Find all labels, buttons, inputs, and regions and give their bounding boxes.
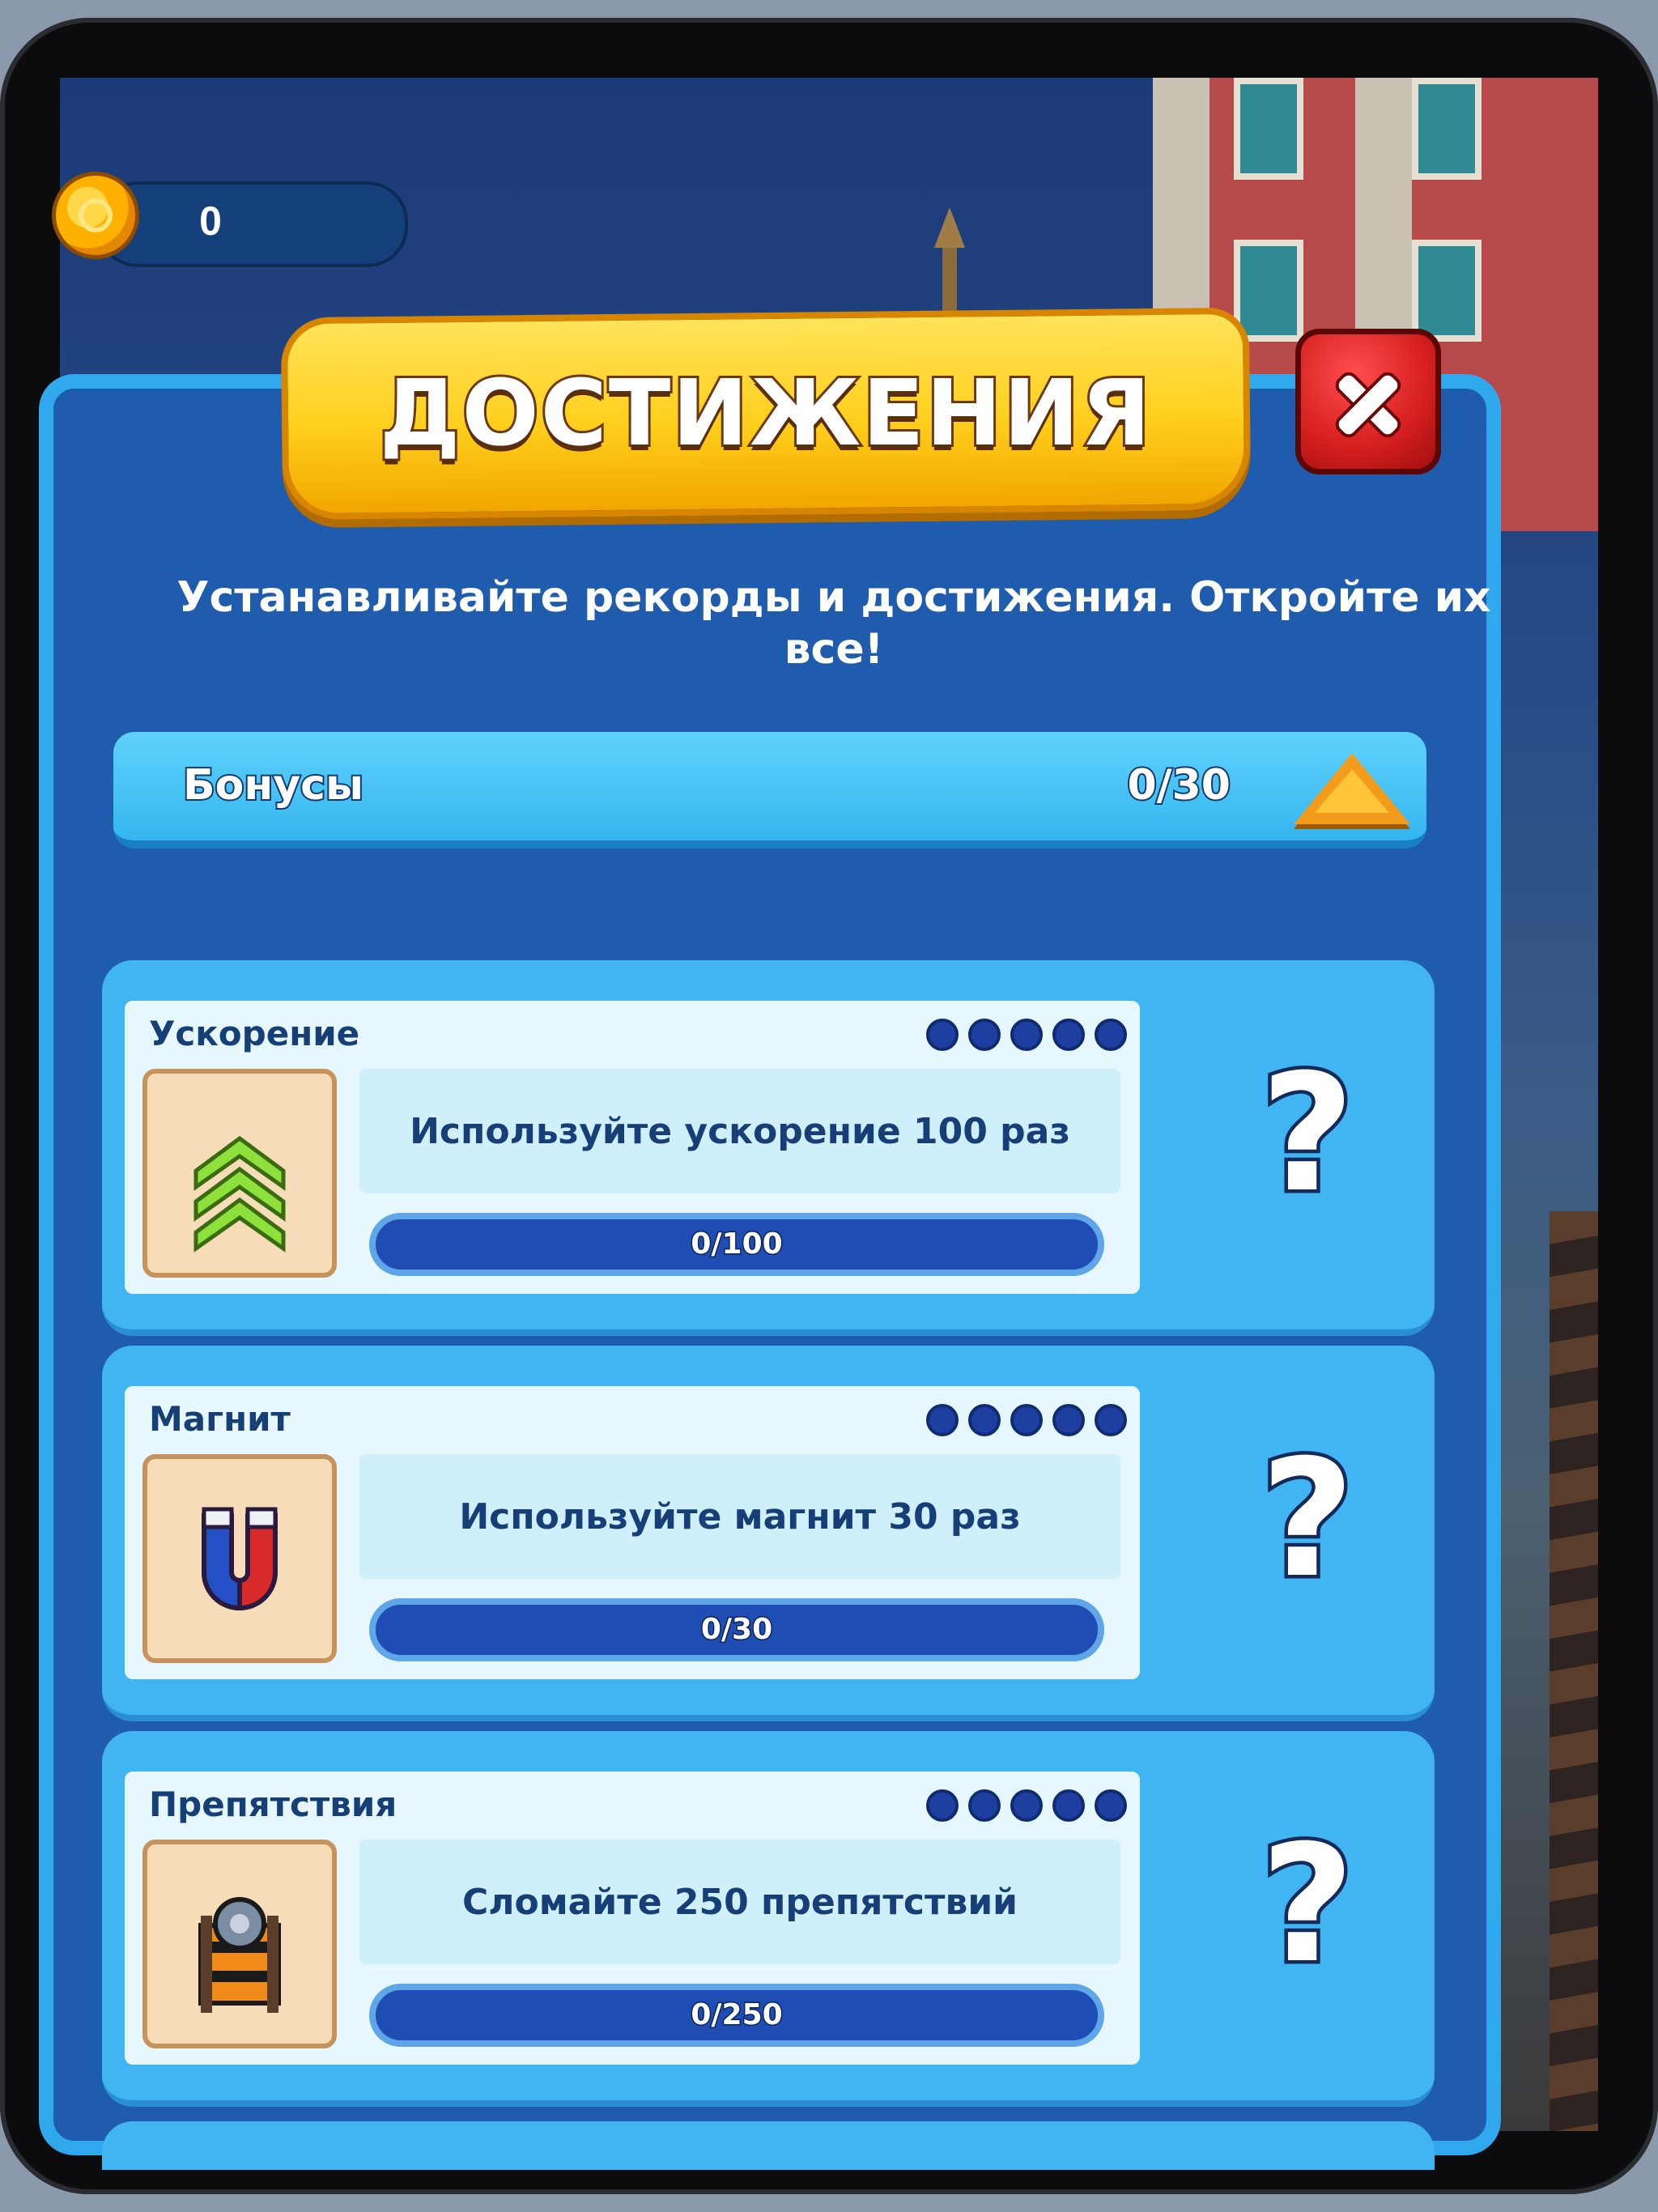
progress-text: 0/100 — [690, 1227, 784, 1262]
category-name: Бонусы — [181, 759, 365, 811]
star-slot — [1052, 1404, 1085, 1436]
progress-bar: 0/30 — [369, 1598, 1104, 1661]
achievement-icon-frame — [142, 1840, 337, 2048]
close-button[interactable] — [1295, 329, 1441, 474]
achievement-card: Ускорение Используйте ускорение 100 раз … — [102, 960, 1435, 1336]
achievement-body: Препятствия Сломайте 250 препятствий 0/2… — [125, 1772, 1140, 2065]
background-tracks-right — [1550, 1211, 1598, 2131]
achievement-body: Ускорение Используйте ускорение 100 раз … — [125, 1001, 1140, 1294]
star-slot — [1052, 1789, 1085, 1822]
achievement-name: Препятствия — [149, 1784, 397, 1824]
category-progress: 0/30 — [1125, 759, 1232, 811]
star-slot — [926, 1789, 959, 1822]
achievement-icon-frame — [142, 1454, 337, 1663]
star-slot — [1010, 1019, 1043, 1051]
star-slot — [968, 1404, 1001, 1436]
star-progress — [926, 1789, 1127, 1822]
boost-chevrons-icon — [193, 1135, 286, 1253]
magnet-icon — [202, 1507, 278, 1611]
coin-counter — [97, 181, 408, 267]
star-slot — [1095, 1019, 1127, 1051]
collapse-arrow-icon[interactable] — [1294, 753, 1410, 824]
page-title: ДОСТИЖЕНИЯ — [377, 359, 1154, 469]
star-slot — [1010, 1404, 1043, 1436]
achievement-card-partial — [102, 2121, 1435, 2170]
achievement-name: Магнит — [149, 1399, 291, 1439]
star-slot — [1095, 1404, 1127, 1436]
hidden-reward-question-icon: ? — [1256, 1425, 1358, 1614]
progress-text: 0/30 — [699, 1612, 773, 1648]
achievement-card: Магнит Используйте магнит 30 раз 0/30 ? — [102, 1346, 1435, 1721]
star-slot — [1052, 1019, 1085, 1051]
barrier-icon — [198, 1897, 281, 2013]
star-slot — [1010, 1789, 1043, 1822]
progress-bar: 0/250 — [369, 1984, 1104, 2047]
star-slot — [926, 1019, 959, 1051]
progress-bar: 0/100 — [369, 1213, 1104, 1276]
achievement-description: Используйте магнит 30 раз — [359, 1454, 1120, 1579]
hidden-reward-question-icon: ? — [1256, 1040, 1358, 1228]
star-slot — [926, 1404, 959, 1436]
star-slot — [968, 1019, 1001, 1051]
hidden-reward-question-icon: ? — [1256, 1810, 1358, 1999]
coin-icon — [52, 172, 139, 259]
star-slot — [1095, 1789, 1127, 1822]
star-progress — [926, 1019, 1127, 1051]
achievement-description: Сломайте 250 препятствий — [359, 1840, 1120, 1964]
star-slot — [968, 1789, 1001, 1822]
subtitle: Устанавливайте рекорды и достижения. Отк… — [176, 573, 1491, 674]
achievement-body: Магнит Используйте магнит 30 раз 0/30 — [125, 1386, 1140, 1679]
progress-text: 0/250 — [690, 1997, 784, 2033]
achievement-name: Ускорение — [149, 1014, 360, 1053]
achievement-icon-frame — [142, 1069, 337, 1278]
achievement-card: Препятствия Сломайте 250 препятствий 0/2… — [102, 1731, 1435, 2107]
coin-count: 0 — [199, 198, 222, 244]
achievement-description: Используйте ускорение 100 раз — [359, 1069, 1120, 1193]
star-progress — [926, 1404, 1127, 1436]
